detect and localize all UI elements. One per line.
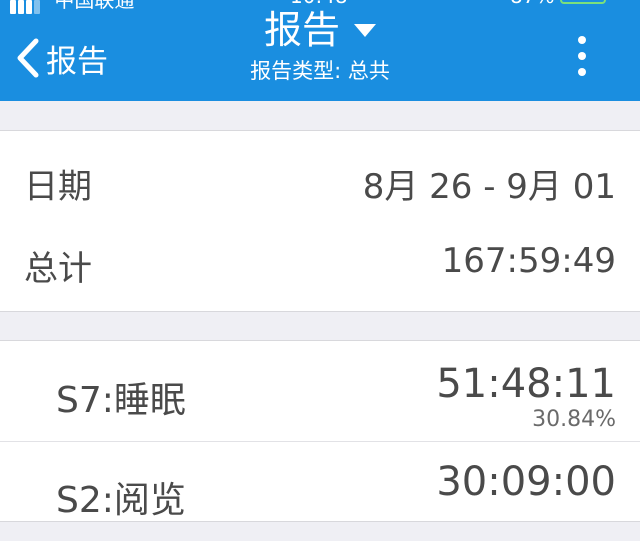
battery-percent: 87% <box>510 0 554 8</box>
date-label: 日期 <box>24 167 92 207</box>
chevron-left-icon <box>17 38 39 78</box>
app-header: 中国联通 10:48 87% 报告 报告 报告类型: 总共 <box>0 0 640 101</box>
stats-list: S7:睡眠 51:48:11 30.84% S2:阅览 30:09:00 <box>0 340 640 522</box>
page-subtitle: 报告类型: 总共 <box>250 59 390 83</box>
total-label: 总计 <box>24 249 92 289</box>
status-time: 10:48 <box>290 0 348 8</box>
back-button[interactable]: 报告 <box>14 36 108 80</box>
list-item[interactable]: S7:睡眠 51:48:11 30.84% <box>0 341 640 442</box>
signal-icon <box>10 0 42 14</box>
total-row: 总计 167:59:49 <box>0 221 640 311</box>
more-vertical-icon[interactable] <box>568 36 598 80</box>
summary-section: 日期 8月 26 - 9月 01 总计 167:59:49 <box>0 130 640 312</box>
stat-time: 30:09:00 <box>436 459 616 505</box>
status-bar: 中国联通 10:48 87% <box>0 0 640 14</box>
stat-percent: 30.84% <box>532 407 616 432</box>
carrier-name: 中国联通 <box>54 0 135 12</box>
list-item[interactable]: S2:阅览 30:09:00 <box>0 441 640 541</box>
page-title: 报告 <box>263 8 340 52</box>
date-value: 8月 26 - 9月 01 <box>362 167 616 207</box>
date-row: 日期 8月 26 - 9月 01 <box>0 131 640 221</box>
back-label: 报告 <box>46 43 108 80</box>
caret-down-icon <box>354 24 376 37</box>
battery-icon <box>560 0 606 4</box>
stat-label: S2:阅览 <box>56 480 186 521</box>
stat-time: 51:48:11 <box>436 361 616 407</box>
total-value: 167:59:49 <box>441 241 616 281</box>
stat-label: S7:睡眠 <box>56 380 186 421</box>
report-type-selector[interactable]: 报告 报告类型: 总共 <box>200 8 440 84</box>
